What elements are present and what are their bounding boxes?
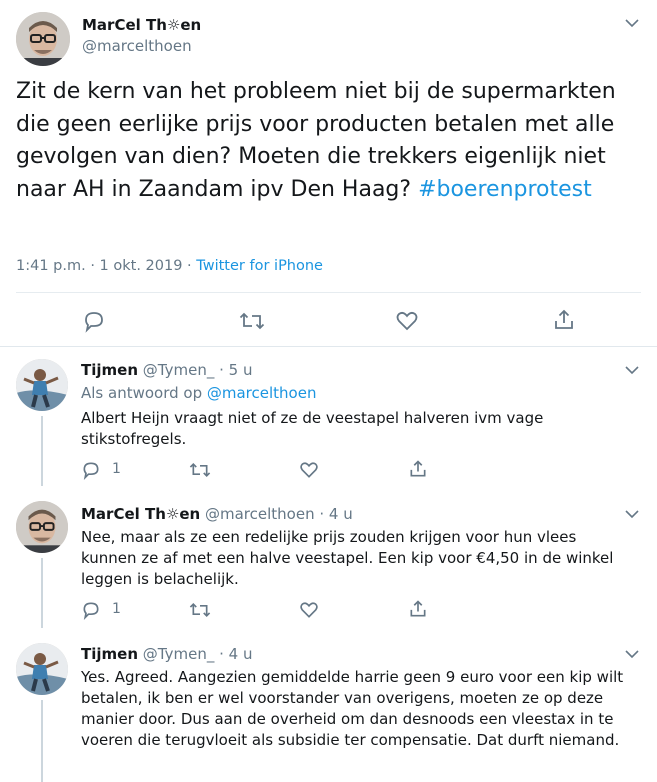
tweet-timestamp-row: 1:41 p.m. · 1 okt. 2019 · Twitter for iP… [16,258,323,274]
reply-author-handle[interactable]: @Tymen_ [143,645,215,663]
chevron-down-icon[interactable] [625,649,639,659]
reply-header: Tijmen @Tymen_ · 5 u [81,361,252,379]
like-icon[interactable] [299,460,319,480]
reply-author-name[interactable]: Tijmen [81,645,138,663]
like-icon[interactable] [395,309,419,333]
reply-header: Tijmen @Tymen_ · 4 u [81,645,252,663]
divider [16,292,641,293]
tweet-source-link[interactable]: Twitter for iPhone [196,258,323,274]
reply-header: MarCel Th☼en @marcelthoen · 4 u [81,505,353,523]
retweet-icon[interactable] [239,309,265,333]
reply-count: 1 [112,461,121,477]
reply-author-handle[interactable]: @marcelthoen [205,505,315,523]
retweet-icon[interactable] [189,600,211,620]
reply-count: 1 [112,601,121,617]
avatar-marcel[interactable] [16,501,68,553]
reply-to-handle[interactable]: @marcelthoen [207,384,317,402]
share-icon[interactable] [408,459,428,479]
like-icon[interactable] [299,600,319,620]
avatar-marcel[interactable] [16,12,70,66]
chevron-down-icon[interactable] [625,365,639,375]
thread-line [41,558,43,628]
reply-text: Yes. Agreed. Aangezien gemiddelde harrie… [81,668,624,749]
reply-icon[interactable] [82,309,106,333]
tweet-text: Zit de kern van het probleem niet bij de… [16,76,646,206]
reply-to-label: Als antwoord op [81,384,207,402]
retweet-icon[interactable] [189,460,211,480]
reply-age[interactable]: · 4 u [319,505,352,523]
reply-age[interactable]: · 5 u [219,361,252,379]
reply-text: Albert Heijn vraagt niet of ze de veesta… [81,409,544,448]
hashtag-link[interactable]: #boerenprotest [418,177,592,202]
reply-author-name[interactable]: Tijmen [81,361,138,379]
chevron-down-icon[interactable] [625,18,639,28]
reply-author-name[interactable]: MarCel Th☼en [81,505,200,523]
share-icon[interactable] [408,599,428,619]
thread-line [41,700,43,782]
avatar-tijmen[interactable] [16,359,68,411]
author-name[interactable]: MarCel Th☼en [82,16,201,34]
avatar-tijmen[interactable] [16,643,68,695]
share-icon[interactable] [552,308,576,332]
divider [0,346,657,347]
reply-icon[interactable] [81,460,101,480]
reply-icon[interactable] [81,600,101,620]
chevron-down-icon[interactable] [625,509,639,519]
reply-age[interactable]: · 4 u [219,645,252,663]
thread-line [41,416,43,486]
reply-author-handle[interactable]: @Tymen_ [143,361,215,379]
reply-context: Als antwoord op @marcelthoen [81,384,316,402]
author-handle[interactable]: @marcelthoen [82,37,192,55]
reply-text: Nee, maar als ze een redelijke prijs zou… [81,528,614,588]
tweet-timestamp[interactable]: 1:41 p.m. · 1 okt. 2019 · [16,258,196,274]
